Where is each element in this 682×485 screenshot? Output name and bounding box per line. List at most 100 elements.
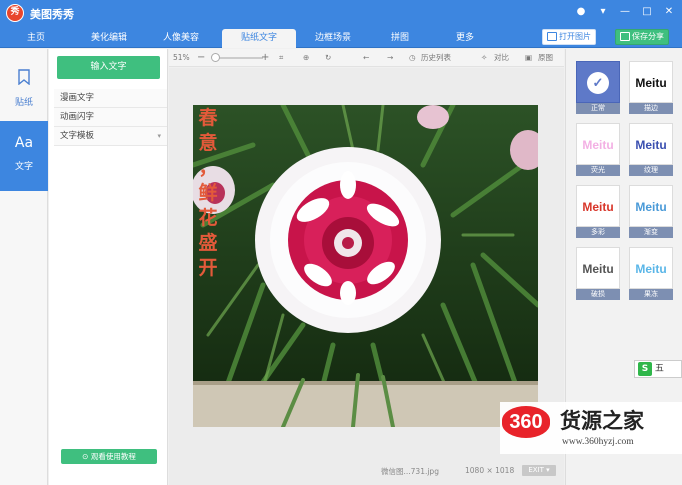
- tutorial-label: 观看使用教程: [90, 452, 136, 461]
- tab-home[interactable]: 主页: [8, 29, 64, 48]
- canvas-toolbar: 51% − + ⌗ ⊕ ↻ ← → ◷ 历史列表 ✧ 对比 ▣ 原图: [169, 49, 564, 67]
- original-icon: ▣: [525, 53, 533, 62]
- tab-more[interactable]: 更多: [440, 29, 490, 48]
- bookmark-icon: [14, 69, 34, 89]
- style-preview: Meitu: [576, 247, 620, 289]
- message-icon[interactable]: ●: [574, 5, 588, 19]
- overlay-char: 春: [198, 107, 218, 129]
- menu-item-label: 文字模板: [60, 131, 95, 141]
- style-tile-glow[interactable]: Meitu 荧光: [576, 123, 620, 177]
- original-image-button[interactable]: 原图: [538, 52, 553, 64]
- style-tile-normal[interactable]: ✓ 正常: [576, 61, 620, 115]
- overlay-char: 花: [198, 207, 218, 229]
- style-tile-texture[interactable]: Meitu 纹理: [629, 123, 673, 177]
- menu-dropdown-icon[interactable]: ▾: [596, 5, 610, 19]
- style-preview: Meitu: [629, 247, 673, 289]
- zoom-slider-handle[interactable]: [211, 53, 220, 62]
- carnation-photo: [193, 105, 538, 427]
- style-label: 渐变: [629, 227, 673, 238]
- rotate-icon[interactable]: ↻: [325, 52, 331, 64]
- minimize-icon[interactable]: —: [618, 5, 632, 19]
- zoom-slider[interactable]: [217, 57, 263, 59]
- input-text-button[interactable]: 输入文字: [57, 56, 160, 79]
- watermark-logo: 360: [502, 406, 550, 438]
- main-nav: 主页 美化编辑 人像美容 贴纸文字 边框场景 拼图 更多 打开图片 保存分享: [0, 26, 682, 48]
- app-logo-icon: 秀: [6, 4, 24, 22]
- save-icon: [620, 32, 630, 41]
- redo-icon[interactable]: →: [387, 52, 393, 64]
- watch-tutorial-button[interactable]: ⊙ 观看使用教程: [61, 449, 157, 464]
- compare-icon: ✧: [481, 53, 488, 62]
- left-sidebar: 贴纸 Aa 文字: [0, 49, 48, 485]
- sidebar-item-text[interactable]: Aa 文字: [0, 121, 48, 191]
- style-label: 果冻: [629, 289, 673, 300]
- open-image-label: 打开图片: [559, 32, 591, 41]
- window-controls: ● ▾ — □ ✕: [574, 5, 676, 19]
- chevron-down-icon: ▾: [546, 466, 550, 474]
- photo-canvas[interactable]: [193, 105, 538, 427]
- overlay-char: ，: [198, 157, 218, 179]
- overlay-char: 开: [198, 257, 218, 279]
- style-tile-broken[interactable]: Meitu 破损: [576, 247, 620, 301]
- undo-icon[interactable]: ←: [363, 52, 369, 64]
- style-preview: Meitu: [629, 185, 673, 227]
- zoom-level: 51%: [173, 53, 190, 62]
- ime-mode-label: 五: [654, 364, 664, 374]
- ime-status-badge[interactable]: S 五: [634, 360, 682, 378]
- close-icon[interactable]: ✕: [662, 5, 676, 19]
- zoom-in-icon[interactable]: +: [261, 52, 269, 64]
- menu-item-comic-text[interactable]: 漫画文字: [54, 89, 167, 108]
- style-tile-gradient[interactable]: Meitu 渐变: [629, 185, 673, 239]
- site-watermark: 360 货源之家 www.360hyzj.com: [500, 402, 682, 454]
- style-tile-multicolor[interactable]: Meitu 多彩: [576, 185, 620, 239]
- tab-frames[interactable]: 边框场景: [302, 29, 364, 48]
- sidebar-item-sticker[interactable]: 贴纸: [0, 57, 48, 127]
- overlay-vertical-text[interactable]: 春 意 ， 鲜 花 盛 开: [195, 106, 221, 281]
- text-panel: 输入文字 漫画文字 动画闪字 文字模板 ▾ ⊙ 观看使用教程: [49, 49, 168, 485]
- overlay-char: 鲜: [198, 182, 218, 204]
- text-aa-icon: Aa: [14, 135, 34, 151]
- history-icon: ◷: [409, 53, 416, 62]
- chevron-down-icon: ▾: [157, 132, 161, 140]
- play-icon: ⊙: [82, 452, 89, 461]
- ime-logo-icon: S: [638, 362, 652, 376]
- title-bar: 秀 美图秀秀 ● ▾ — □ ✕: [0, 0, 682, 26]
- zoom-out-icon[interactable]: −: [197, 52, 205, 64]
- style-label: 正常: [576, 103, 620, 114]
- style-tile-jelly[interactable]: Meitu 果冻: [629, 247, 673, 301]
- overlay-char: 意: [198, 132, 218, 154]
- tab-beautify[interactable]: 美化编辑: [78, 29, 140, 48]
- history-list-button[interactable]: 历史列表: [421, 52, 451, 64]
- save-share-button[interactable]: 保存分享: [615, 29, 669, 45]
- overlay-char: 盛: [198, 232, 218, 254]
- exit-label: EXIT: [528, 466, 544, 474]
- watermark-site-name: 货源之家: [560, 409, 644, 433]
- compare-button[interactable]: 对比: [494, 52, 509, 64]
- style-label: 破损: [576, 289, 620, 300]
- maximize-icon[interactable]: □: [640, 5, 654, 19]
- fit-screen-icon[interactable]: ⊕: [303, 52, 309, 64]
- image-icon: [547, 32, 557, 41]
- open-image-button[interactable]: 打开图片: [542, 29, 596, 45]
- style-label: 多彩: [576, 227, 620, 238]
- style-label: 描边: [629, 103, 673, 114]
- crop-icon[interactable]: ⌗: [279, 52, 283, 64]
- menu-item-animated-text[interactable]: 动画闪字: [54, 108, 167, 127]
- style-preview: Meitu: [576, 123, 620, 165]
- exit-button[interactable]: EXIT ▾: [522, 465, 556, 476]
- sidebar-item-label: 文字: [14, 162, 33, 172]
- image-dimensions: 1080 × 1018: [465, 466, 515, 475]
- checkmark-icon: ✓: [587, 72, 609, 94]
- style-tile-outline[interactable]: Meitu 描边: [629, 61, 673, 115]
- style-preview: ✓: [576, 61, 620, 103]
- tab-collage[interactable]: 拼图: [372, 29, 428, 48]
- save-share-label: 保存分享: [632, 32, 664, 41]
- app-title: 美图秀秀: [30, 8, 74, 21]
- style-preview: Meitu: [629, 123, 673, 165]
- sidebar-item-label: 贴纸: [14, 98, 33, 108]
- style-label: 纹理: [629, 165, 673, 176]
- menu-item-text-template[interactable]: 文字模板 ▾: [54, 127, 167, 146]
- tab-portrait[interactable]: 人像美容: [150, 29, 212, 48]
- style-preview: Meitu: [629, 61, 673, 103]
- tab-sticker-text[interactable]: 贴纸文字: [222, 29, 296, 48]
